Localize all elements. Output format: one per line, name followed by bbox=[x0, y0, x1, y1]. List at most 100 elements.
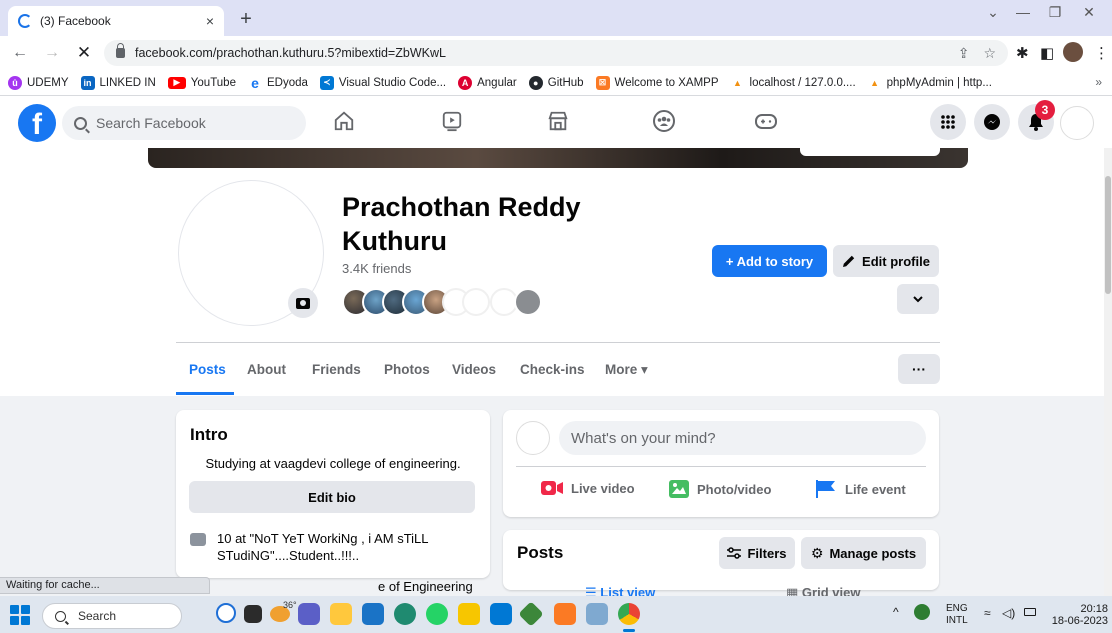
profile-avatar-icon[interactable] bbox=[1063, 42, 1083, 62]
intro-education: e of Engineering bbox=[378, 579, 473, 594]
tab-videos[interactable]: Videos bbox=[452, 362, 496, 377]
bookmark-udemy[interactable]: û UDEMY bbox=[8, 75, 69, 90]
account-avatar[interactable] bbox=[1060, 106, 1094, 140]
clock[interactable]: 20:18 18-06-2023 bbox=[1050, 603, 1108, 627]
copilot-icon[interactable] bbox=[914, 604, 930, 620]
facebook-search-input[interactable] bbox=[96, 115, 276, 131]
browser-tab-facebook[interactable]: (3) Facebook × bbox=[8, 6, 224, 36]
xampp-icon[interactable] bbox=[554, 603, 576, 625]
life-event-button[interactable]: Life event bbox=[815, 480, 906, 498]
restore-button[interactable]: ❐ bbox=[1040, 4, 1070, 21]
facebook-logo-icon[interactable]: f bbox=[18, 104, 56, 142]
file-explorer-icon[interactable] bbox=[330, 603, 352, 625]
tab-about[interactable]: About bbox=[247, 362, 286, 377]
bookmark-github[interactable]: ● GitHub bbox=[528, 75, 584, 90]
lock-icon[interactable] bbox=[116, 43, 125, 58]
menu-grid-icon[interactable] bbox=[930, 104, 966, 140]
share-icon[interactable]: ⇪ bbox=[958, 45, 970, 62]
whats-on-your-mind-input[interactable] bbox=[559, 421, 926, 455]
groups-icon[interactable] bbox=[650, 108, 678, 134]
friends-count-link[interactable]: 3.4K friends bbox=[342, 261, 411, 276]
bookmarks-overflow-icon[interactable]: » bbox=[1095, 75, 1102, 89]
watch-video-icon[interactable] bbox=[438, 108, 466, 134]
composer-avatar[interactable] bbox=[516, 421, 550, 455]
tab-title: (3) Facebook bbox=[40, 14, 111, 28]
edit-profile-label: Edit profile bbox=[862, 253, 930, 269]
page-scrollbar[interactable] bbox=[1104, 148, 1112, 598]
whatsapp-icon[interactable] bbox=[426, 603, 448, 625]
photo-video-button[interactable]: Photo/video bbox=[669, 480, 771, 498]
wifi-icon[interactable]: ≈ bbox=[984, 607, 991, 619]
forward-arrow-icon[interactable]: → bbox=[40, 44, 64, 62]
photo-icon bbox=[669, 480, 689, 498]
bookmark-vscode[interactable]: ≺ Visual Studio Code... bbox=[319, 75, 446, 90]
profile-tabs-more-button[interactable]: ··· bbox=[898, 354, 940, 384]
close-window-button[interactable]: ✕ bbox=[1074, 4, 1104, 21]
battery-icon[interactable] bbox=[1024, 608, 1036, 616]
bookmarks-bar: û UDEMY in LINKED IN ▶ YouTube e EDyoda ≺ Vis… bbox=[0, 70, 1112, 96]
marketplace-icon[interactable] bbox=[544, 108, 572, 134]
photos-icon[interactable] bbox=[586, 603, 608, 625]
edit-profile-button[interactable]: Edit profile bbox=[833, 245, 939, 277]
task-view-icon[interactable] bbox=[244, 605, 262, 623]
messenger-icon[interactable] bbox=[974, 104, 1010, 140]
vscode-icon[interactable] bbox=[490, 603, 512, 625]
volume-icon[interactable]: ◁) bbox=[1002, 607, 1015, 619]
stop-loading-icon[interactable]: ✕ bbox=[72, 43, 96, 63]
filters-button[interactable]: Filters bbox=[719, 537, 795, 569]
pencil-icon bbox=[843, 255, 855, 267]
taskbar-search[interactable]: Search bbox=[42, 603, 182, 629]
mail-icon[interactable] bbox=[362, 603, 384, 625]
address-bar[interactable]: facebook.com/prachothan.kuthuru.5?mibext… bbox=[104, 40, 1008, 66]
briefcase-icon bbox=[190, 533, 206, 546]
bookmark-linkedin[interactable]: in LINKED IN bbox=[80, 75, 156, 90]
bookmark-star-icon[interactable]: ☆ bbox=[983, 45, 996, 62]
chrome-icon[interactable] bbox=[618, 603, 640, 625]
tab-friends[interactable]: Friends bbox=[312, 362, 361, 377]
bookmark-youtube[interactable]: ▶ YouTube bbox=[167, 76, 236, 89]
edit-cover-button[interactable] bbox=[800, 148, 940, 156]
gear-icon: ⚙ bbox=[810, 544, 824, 561]
minimize-button[interactable]: — bbox=[1008, 4, 1038, 20]
update-profile-picture-button[interactable] bbox=[288, 288, 318, 318]
powerbi-icon[interactable] bbox=[458, 603, 480, 625]
live-video-button[interactable]: Live video bbox=[541, 480, 635, 496]
edge-icon[interactable] bbox=[394, 603, 416, 625]
profile-more-options-button[interactable] bbox=[897, 284, 939, 314]
bookmark-phpmyadmin[interactable]: ▲ phpMyAdmin | http... bbox=[868, 76, 992, 90]
bookmark-edyoda[interactable]: e EDyoda bbox=[248, 75, 308, 91]
intro-bio: Studying at vaagdevi college of engineer… bbox=[205, 456, 461, 471]
tab-photos[interactable]: Photos bbox=[384, 362, 430, 377]
tray-overflow-icon[interactable]: ^ bbox=[893, 606, 899, 618]
tab-more[interactable]: More ▾ bbox=[605, 362, 648, 378]
gaming-icon[interactable] bbox=[752, 108, 780, 134]
friend-avatar[interactable] bbox=[514, 288, 542, 316]
browser-menu-icon[interactable]: ⋮ bbox=[1094, 44, 1109, 62]
extensions-puzzle-icon[interactable]: ✱ bbox=[1016, 44, 1029, 62]
new-tab-button[interactable]: + bbox=[234, 8, 258, 31]
home-icon[interactable] bbox=[330, 108, 358, 134]
search-icon bbox=[74, 116, 87, 130]
phpmyadmin-icon: ▲ bbox=[733, 77, 742, 88]
manage-posts-button[interactable]: ⚙ Manage posts bbox=[801, 537, 926, 569]
windows-start-icon[interactable] bbox=[10, 605, 30, 625]
tab-search-chevron-icon[interactable]: ⌄ bbox=[978, 4, 1008, 21]
teams-chat-icon[interactable] bbox=[298, 603, 320, 625]
back-arrow-icon[interactable]: ← bbox=[8, 44, 32, 62]
friend-avatar[interactable] bbox=[462, 288, 490, 316]
tab-check-ins[interactable]: Check-ins bbox=[520, 362, 585, 377]
address-url[interactable]: facebook.com/prachothan.kuthuru.5?mibext… bbox=[135, 46, 944, 60]
scrollbar-thumb[interactable] bbox=[1105, 176, 1111, 294]
angular-icon: A bbox=[458, 75, 473, 90]
bookmark-xampp[interactable]: ⊠ Welcome to XAMPP bbox=[595, 75, 719, 90]
language-indicator[interactable]: ENG INTL bbox=[946, 603, 968, 627]
tab-posts[interactable]: Posts bbox=[189, 362, 226, 377]
tab-close-icon[interactable]: × bbox=[206, 13, 214, 29]
side-panel-icon[interactable]: ◧ bbox=[1040, 44, 1054, 62]
bing-icon[interactable] bbox=[216, 603, 236, 623]
facebook-search[interactable] bbox=[62, 106, 306, 140]
bookmark-localhost[interactable]: ▲ localhost / 127.0.0.... bbox=[731, 76, 856, 90]
bookmark-angular[interactable]: A Angular bbox=[458, 75, 517, 90]
add-to-story-button[interactable]: + Add to story bbox=[712, 245, 827, 277]
edit-bio-button[interactable]: Edit bio bbox=[189, 481, 475, 513]
